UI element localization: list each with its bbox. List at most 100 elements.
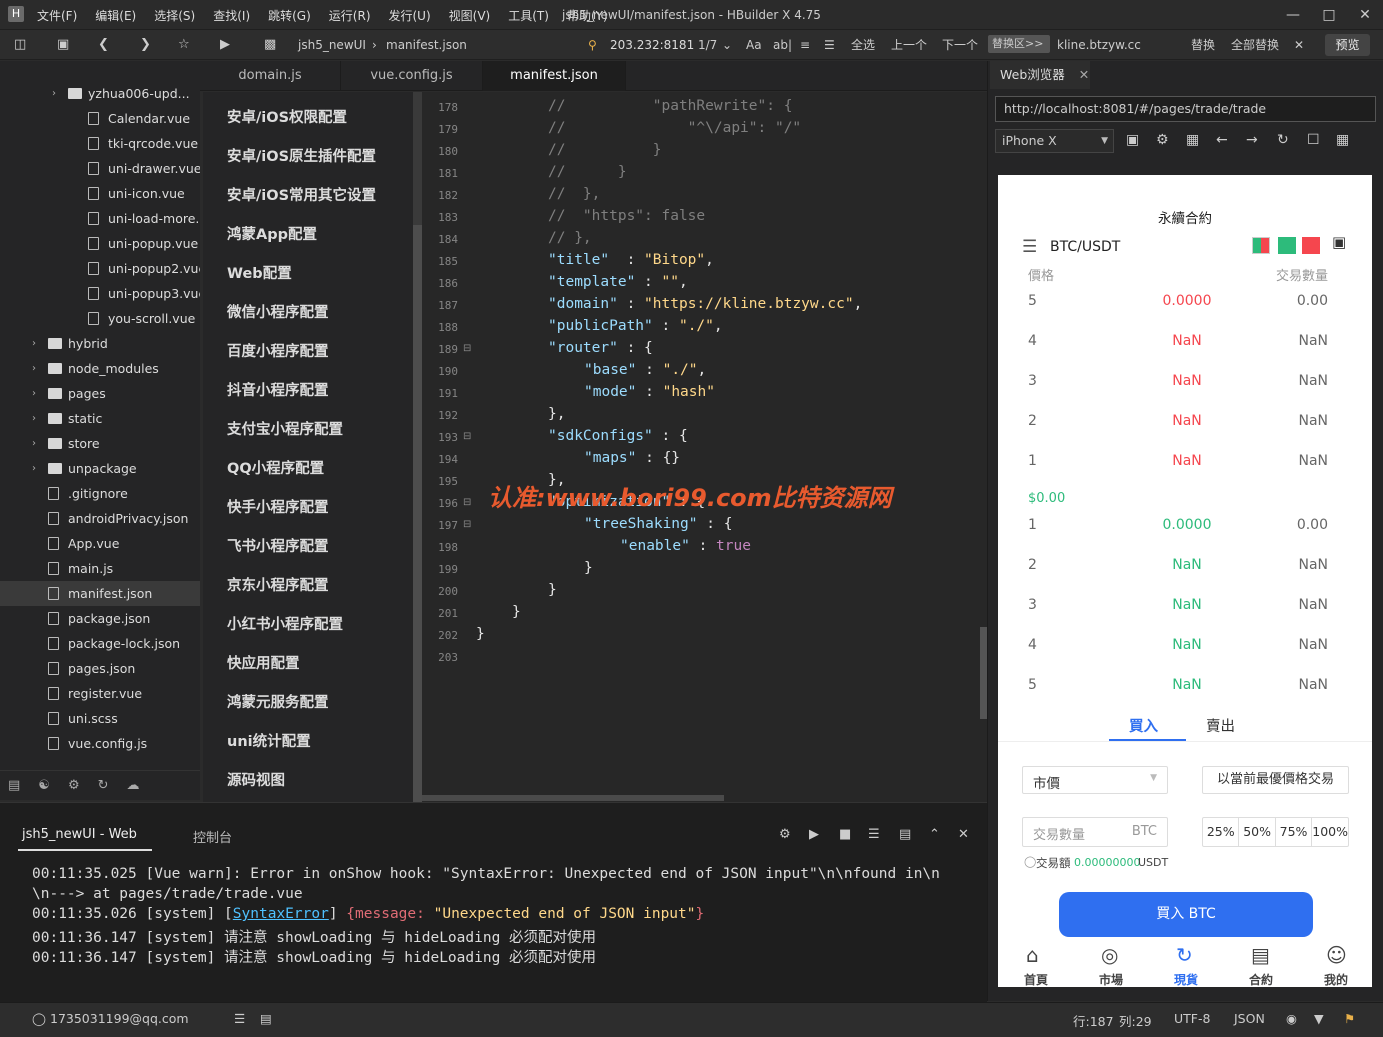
prev-match-button[interactable]: 上一个 <box>891 30 927 60</box>
match-case-option[interactable]: Aa <box>746 30 762 60</box>
menu-item[interactable]: 运行(R) <box>320 7 380 24</box>
config-menu-item[interactable]: 京东小程序配置 <box>227 574 329 595</box>
nav-label[interactable]: 合約 <box>1245 971 1277 987</box>
tree-item[interactable]: › unpackage <box>0 456 200 481</box>
close-icon[interactable]: ✕ <box>1347 0 1383 30</box>
replace-toggle[interactable]: 替换区>> <box>988 35 1050 53</box>
layout-both-icon[interactable] <box>1252 237 1270 254</box>
refresh-icon[interactable]: ↻ <box>1277 132 1289 148</box>
order-book-row[interactable]: 1 0.0000 0.00 <box>998 517 1372 537</box>
maximize-icon[interactable]: □ <box>1311 0 1347 30</box>
new-file-icon[interactable]: ◫ <box>14 30 26 60</box>
close-search-icon[interactable]: ✕ <box>1294 30 1304 60</box>
kline-chart-icon[interactable]: ▣ <box>1332 233 1346 251</box>
breadcrumb-file[interactable]: manifest.json <box>386 30 467 60</box>
run-icon[interactable]: ▶ <box>220 30 230 60</box>
layout-asks-icon[interactable] <box>1302 237 1320 254</box>
regex-icon[interactable]: ≡ <box>800 30 810 60</box>
tab-manifest[interactable]: manifest.json <box>483 61 626 91</box>
pct-25-button[interactable]: 25% <box>1203 818 1240 846</box>
debug-icon[interactable]: ⚙ <box>779 820 791 850</box>
whole-word-option[interactable]: ab| <box>773 30 792 60</box>
config-menu-item[interactable]: 抖音小程序配置 <box>227 379 329 400</box>
stop-icon[interactable]: ■ <box>839 820 851 850</box>
config-menu-item[interactable]: 飞书小程序配置 <box>227 535 329 556</box>
back-icon[interactable]: ❮ <box>98 30 109 60</box>
config-menu-item[interactable]: 安卓/iOS权限配置 <box>227 106 347 127</box>
order-book-row[interactable]: 5 NaN NaN <box>998 677 1372 697</box>
list-icon[interactable]: ☰ <box>824 30 835 60</box>
pct-50-button[interactable]: 50% <box>1239 818 1276 846</box>
forward-icon[interactable]: ❯ <box>140 30 151 60</box>
list-icon[interactable]: ☰ <box>234 1011 245 1026</box>
menu-item[interactable]: 工具(T) <box>499 7 558 24</box>
tree-item[interactable]: uni-load-more... <box>0 206 200 231</box>
spot-icon[interactable]: ↻ <box>1176 943 1193 967</box>
menu-item[interactable]: 帮助(Y) <box>558 7 617 24</box>
bell-icon[interactable]: ⚑ <box>1344 1011 1355 1026</box>
chevron-right-icon[interactable]: › <box>28 456 40 481</box>
editor-hscrollbar[interactable] <box>422 795 724 801</box>
chevron-down-icon[interactable]: ⌄ <box>722 30 732 60</box>
tree-item[interactable]: package.json <box>0 606 200 631</box>
files-icon[interactable]: ▤ <box>8 778 20 793</box>
git-icon[interactable]: ↻ <box>98 778 109 793</box>
collapse-icon[interactable]: ⌃ <box>929 820 940 850</box>
screenshot-icon[interactable]: ▣ <box>1126 132 1139 148</box>
select-all-button[interactable]: 全选 <box>851 30 875 60</box>
close-panel-icon[interactable]: ✕ <box>958 820 969 850</box>
tree-item[interactable]: › static <box>0 406 200 431</box>
tree-item[interactable]: .gitignore <box>0 481 200 506</box>
breadcrumb-project[interactable]: jsh5_newUI <box>298 30 366 60</box>
tree-item[interactable]: vue.config.js <box>0 731 200 756</box>
encoding[interactable]: UTF-8 <box>1174 1011 1210 1026</box>
plugins-icon[interactable]: ☯ <box>38 778 50 793</box>
next-match-button[interactable]: 下一个 <box>942 30 978 60</box>
fold-toggle-icon[interactable]: ⊟ <box>463 431 471 442</box>
config-menu-item[interactable]: 小红书小程序配置 <box>227 613 343 634</box>
buy-btc-button[interactable]: 買入 BTC <box>1059 892 1313 937</box>
tree-item[interactable]: androidPrivacy.json <box>0 506 200 531</box>
tab-web-browser[interactable]: Web浏览器 ✕ <box>990 61 1090 89</box>
tree-item[interactable]: uni-popup3.vue <box>0 281 200 306</box>
config-menu-item[interactable]: 安卓/iOS常用其它设置 <box>227 184 376 205</box>
debug-icon[interactable]: ⚙ <box>68 778 80 793</box>
config-menu-item[interactable]: Web配置 <box>227 262 292 283</box>
tree-item[interactable]: uni-drawer.vue <box>0 156 200 181</box>
terminal-icon[interactable]: ▤ <box>260 1011 272 1026</box>
device-select[interactable]: iPhone X ▼ <box>995 129 1114 153</box>
lock-icon[interactable]: ☐ <box>1307 132 1320 148</box>
tree-item[interactable]: register.vue <box>0 681 200 706</box>
grid-icon[interactable]: ▦ <box>1336 132 1349 148</box>
order-book-row[interactable]: 5 0.0000 0.00 <box>998 293 1372 313</box>
error-link[interactable]: SyntaxError <box>233 906 329 922</box>
forward-icon[interactable]: → <box>1246 132 1258 148</box>
chevron-right-icon[interactable]: › <box>28 381 40 406</box>
chevron-right-icon[interactable]: › <box>28 356 40 381</box>
tree-item[interactable]: App.vue <box>0 531 200 556</box>
config-menu-item[interactable]: 鸿蒙元服务配置 <box>227 691 329 712</box>
tree-item[interactable]: package-lock.json <box>0 631 200 656</box>
tree-item[interactable]: › store <box>0 431 200 456</box>
fold-toggle-icon[interactable]: ⊟ <box>463 497 471 508</box>
code-editor[interactable]: 178 // "pathRewrite": {179 // "^\/api": "/… <box>422 92 987 802</box>
download-icon[interactable]: ▼ <box>1314 1011 1324 1026</box>
config-menu-item[interactable]: 源码视图 <box>227 769 285 790</box>
home-icon[interactable]: ⌂ <box>1026 943 1039 967</box>
nav-label[interactable]: 市場 <box>1095 971 1127 987</box>
tree-item[interactable]: uni.scss <box>0 706 200 731</box>
contract-icon[interactable]: ▤ <box>1251 943 1270 967</box>
order-book-row[interactable]: 4 NaN NaN <box>998 637 1372 657</box>
minimize-icon[interactable]: — <box>1275 0 1311 30</box>
order-book-row[interactable]: 4 NaN NaN <box>998 333 1372 353</box>
compass-icon[interactable]: ◎ <box>1101 943 1118 967</box>
config-menu-item[interactable]: 鸿蒙App配置 <box>227 223 317 244</box>
tree-item[interactable]: tki-qrcode.vue <box>0 131 200 156</box>
search-input[interactable]: 203.232:8181 <box>610 30 694 60</box>
replace-input[interactable]: kline.btzyw.cc <box>1057 30 1141 60</box>
tree-item[interactable]: uni-popup2.vue <box>0 256 200 281</box>
chevron-right-icon[interactable]: › <box>28 431 40 456</box>
editor-vscrollbar[interactable] <box>980 627 987 719</box>
preview-button[interactable]: 预览 <box>1325 34 1370 56</box>
replace-all-button[interactable]: 全部替换 <box>1231 30 1279 60</box>
